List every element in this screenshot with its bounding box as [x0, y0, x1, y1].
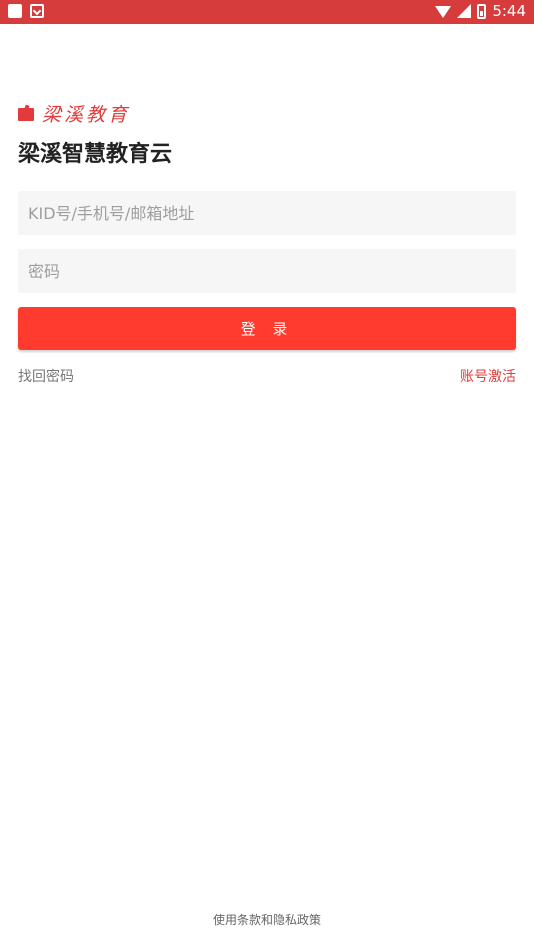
brand-logo: 梁溪教育 — [18, 100, 130, 127]
status-bar-right: 5:44 — [435, 2, 526, 20]
wifi-icon — [435, 6, 452, 18]
status-time: 5:44 — [492, 2, 526, 20]
password-input[interactable] — [18, 249, 516, 293]
forgot-password-link[interactable]: 找回密码 — [18, 366, 74, 386]
status-bar-left — [8, 4, 44, 18]
logo-text: 梁溪教育 — [42, 104, 131, 126]
mail-icon — [30, 4, 44, 18]
battery-icon — [477, 3, 487, 19]
logo-icon — [18, 104, 36, 123]
login-button[interactable]: 登 录 — [18, 307, 516, 350]
square-icon — [8, 4, 22, 18]
terms-privacy-link[interactable]: 使用条款和隐私政策 — [0, 911, 534, 928]
account-field-container — [18, 191, 516, 235]
activate-account-link[interactable]: 账号激活 — [460, 366, 516, 386]
signal-icon — [457, 4, 472, 18]
page-title: 梁溪智慧教育云 — [18, 142, 173, 167]
status-bar: 5:44 — [0, 0, 534, 24]
account-input[interactable] — [18, 191, 516, 235]
password-field-container — [18, 249, 516, 293]
